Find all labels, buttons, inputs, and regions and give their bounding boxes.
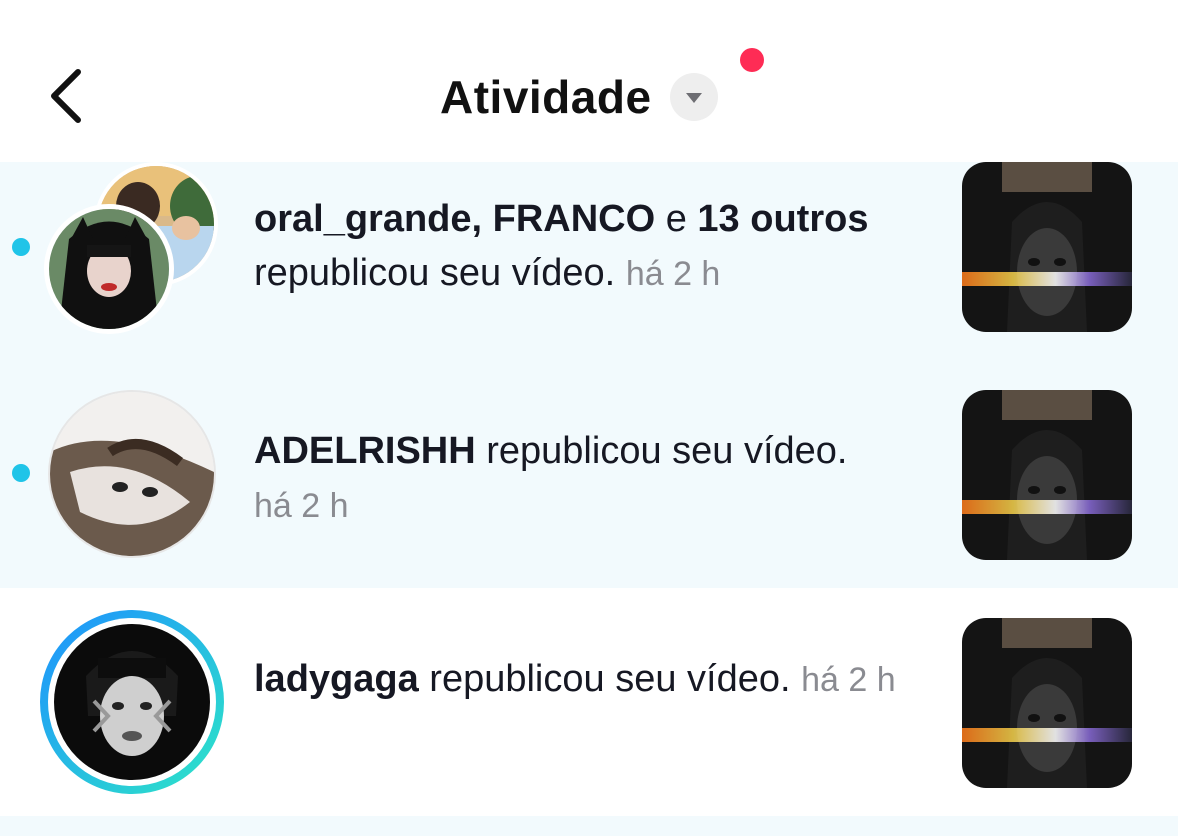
video-thumbnail[interactable] (962, 390, 1132, 560)
joiner-text: e (655, 198, 698, 240)
caret-down-icon (669, 73, 718, 121)
notification-dot (740, 48, 764, 72)
next-row-peek (0, 816, 1178, 836)
others-count[interactable]: 13 outros (697, 198, 868, 240)
video-thumbnail[interactable] (962, 618, 1132, 788)
action-text: republicou seu vídeo. (418, 658, 791, 700)
notification-text: ladygaga republicou seu vídeo. há 2 h (254, 652, 934, 707)
action-text: republicou seu vídeo. (475, 430, 848, 472)
timestamp: há 2 h (625, 255, 721, 293)
notification-text: ADELRISHH republicou seu vídeo. há 2 h (254, 424, 934, 533)
notification-row[interactable]: oral_grande, FRANCO e 13 outros republic… (0, 162, 1178, 390)
video-thumbnail[interactable] (962, 162, 1132, 332)
header: Atividade (0, 0, 1178, 162)
avatar[interactable] (44, 204, 174, 334)
actor-names[interactable]: ADELRISHH (254, 430, 476, 472)
notification-row[interactable]: ADELRISHH republicou seu vídeo. há 2 h (0, 360, 1178, 588)
notification-text: oral_grande, FRANCO e 13 outros republic… (254, 192, 934, 301)
notification-row[interactable]: ladygaga republicou seu vídeo. há 2 h (0, 588, 1178, 816)
chevron-left-icon (51, 69, 81, 123)
activity-filter-dropdown[interactable]: Atividade (440, 66, 718, 128)
avatar[interactable] (48, 390, 216, 558)
page-title: Atividade (440, 71, 652, 123)
avatar-story-ring[interactable] (36, 606, 228, 798)
timestamp: há 2 h (254, 487, 349, 525)
unread-dot (12, 464, 30, 482)
actor-names[interactable]: oral_grande, FRANCO (254, 198, 655, 240)
timestamp: há 2 h (801, 661, 896, 699)
back-button[interactable] (44, 64, 94, 128)
unread-dot (12, 238, 30, 256)
actor-names[interactable]: ladygaga (254, 658, 419, 700)
action-text: republicou seu vídeo. (254, 252, 616, 294)
